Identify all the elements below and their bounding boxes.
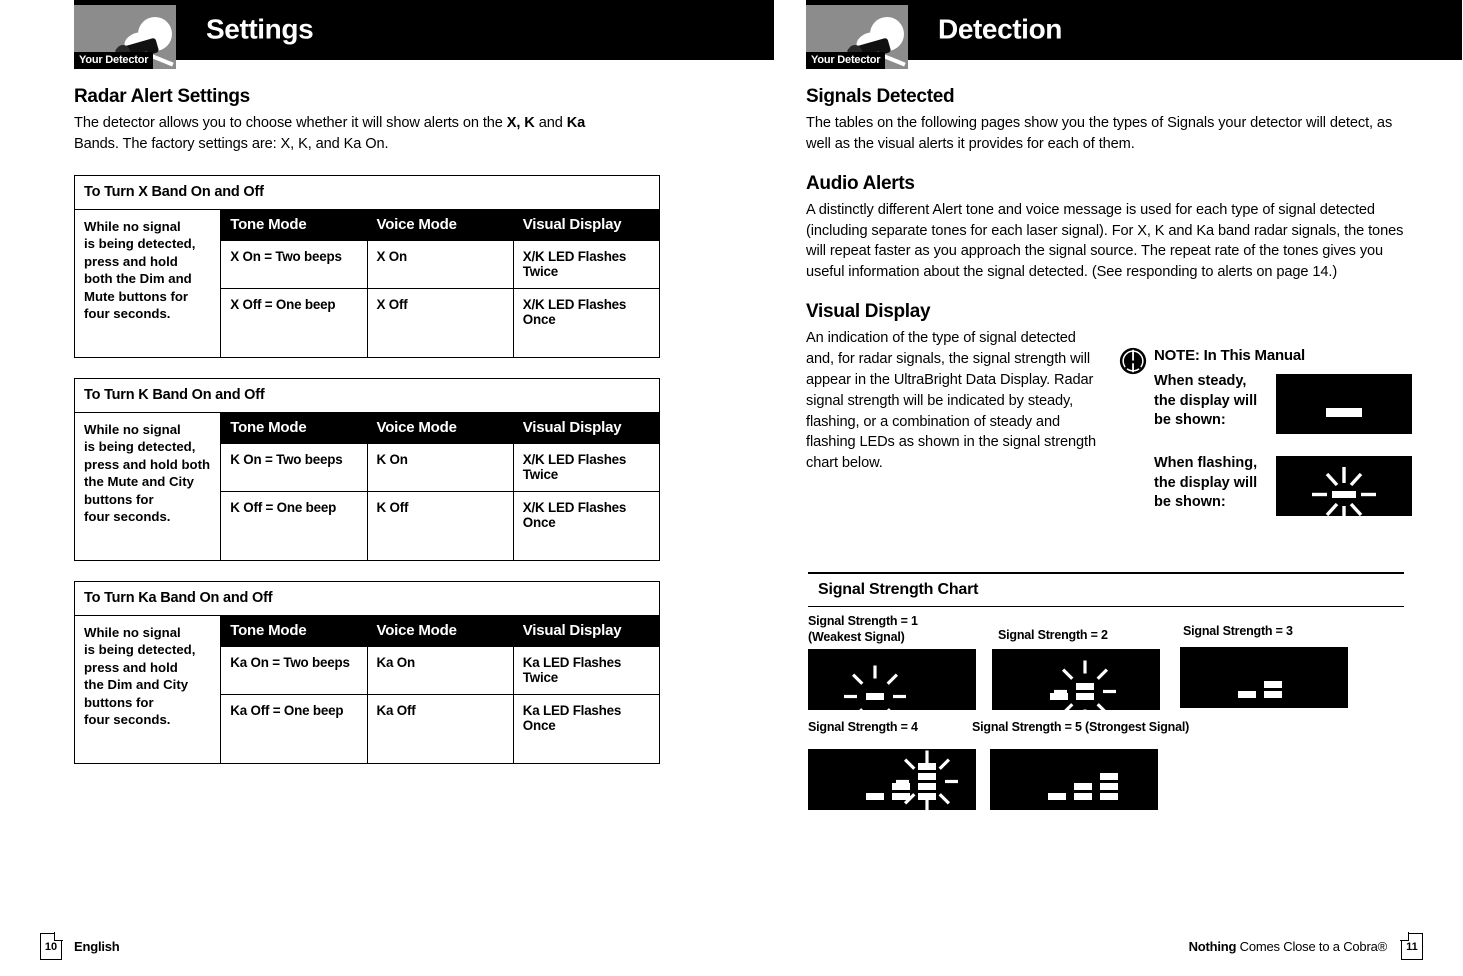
band-table-cell: K On [366,442,514,492]
signals-detected-heading: Signals Detected [806,86,955,107]
band-table-cell: X/K LED Flashes Once [512,287,661,358]
lcd-display [1238,681,1282,699]
band-table-cell: K On = Two beeps [220,442,368,492]
left-page-content: Radar Alert Settings The detector allows… [73,86,664,764]
signal-strength-lcd [992,649,1160,711]
band-table-cell: Ka LED Flashes Twice [512,645,661,695]
band-table-header: Voice Mode [366,614,514,647]
band-table-cell: Ka Off [366,693,514,764]
signal-strength-lcd [808,649,976,711]
page-footers: 10 English Nothing Comes Close to a Cobr… [0,916,1463,976]
page-number-icon-left: 10 [40,932,63,960]
band-table-instruction: While no signal is being detected, press a… [73,411,222,561]
note-title: NOTE: In This Manual [1154,347,1306,364]
audio-alerts-heading: Audio Alerts [806,172,915,194]
left-page-header: Settings [74,0,774,60]
note-steady-label: When steady, the display will be shown: [1154,373,1258,429]
band-table-cell: Ka Off = One beep [220,693,368,764]
tagline-rest: Comes Close to a Cobra® [1236,939,1388,954]
signal-strength-label: Signal Strength = 2 [998,628,1108,643]
lcd-flashing-example [1276,456,1412,516]
band-table-instruction: While no signal is being detected, press a… [73,614,222,764]
signals-detected-body: The tables on the following pages show y… [806,115,1393,152]
band-table-caption: To Turn K Band On and Off [74,377,660,413]
left-page-title: Settings [206,13,314,45]
band-table-header: Voice Mode [366,411,514,444]
signal-strength-label: Signal Strength = 1 (Weakest Signal) [808,614,918,645]
lcd-display [1048,773,1118,801]
signal-strength-lcd [990,749,1158,811]
intro-bold-xk: X, K [506,115,535,131]
band-table-cell: X On [366,239,514,289]
band-table-cell: Ka On [366,645,514,695]
signal-strength-chart-title: Signal Strength Chart [818,580,979,598]
band-table-cell: X Off = One beep [220,287,368,358]
footer-left: 10 English [40,932,120,960]
band-table-header: Tone Mode [220,614,368,647]
signal-strength-label: Signal Strength = 5 (Strongest Signal) [972,720,1190,735]
band-table-header: Tone Mode [220,208,368,241]
signal-strength-label: Signal Strength = 3 [1183,624,1293,639]
page-number-left: 10 [44,940,58,953]
manual-spread: Settings Your Detector Detection Your De… [0,0,1463,976]
band-tables-group: To Turn X Band On and Off While no signal… [73,174,664,764]
note-steady-row: When steady, the display will be shown: [1154,372,1272,431]
note-info-icon [1119,347,1147,375]
band-table-cell: X/K LED Flashes Twice [512,239,661,289]
led-steady-dash [1326,408,1362,417]
note-flashing-row: When flashing, the display will be shown… [1154,454,1272,513]
footer-right: Nothing Comes Close to a Cobra® 11 [1188,932,1423,960]
right-page-title: Detection [938,13,1062,45]
band-table: To Turn X Band On and Off While no signal… [73,174,661,358]
band-table-header: Visual Display [512,411,661,444]
detector-badge-left: Your Detector [74,5,176,69]
band-table-header: Visual Display [512,208,661,241]
lcd-display [866,750,958,811]
band-table-cell: X/K LED Flashes Twice [512,442,661,492]
band-table-cell: X On = Two beeps [220,239,368,289]
intro-part-3: Bands. The factory settings are: X, K, a… [74,135,389,152]
signal-strength-label: Signal Strength = 4 [808,720,918,735]
band-table: To Turn Ka Band On and Off While no signa… [73,580,661,764]
signal-strength-lcd [1180,647,1348,709]
page-number-icon-right: 11 [1400,932,1423,960]
visual-display-body: An indication of the type of signal dete… [806,330,1096,472]
band-table: To Turn K Band On and Off While no signal… [73,377,661,561]
band-table-header: Tone Mode [220,411,368,444]
band-table-caption: To Turn Ka Band On and Off [74,580,660,616]
footer-language-label: English [74,939,120,954]
badge-caption-left: Your Detector [74,52,154,69]
intro-part-1: The detector allows you to choose whethe… [74,115,507,131]
radar-alert-settings-heading: Radar Alert Settings [74,86,250,107]
badge-caption-right: Your Detector [806,52,886,69]
signal-strength-lcd [808,749,976,811]
signal-strength-items: Signal Strength = 1 (Weakest Signal) Sign… [808,607,1404,847]
intro-part-2: and [534,115,567,131]
band-table-cell: K Off = One beep [220,490,368,561]
lcd-steady-example [1276,374,1412,434]
detector-badge-right: Your Detector [806,5,908,69]
led-flashing-burst [1312,467,1376,516]
band-table-cell: X Off [366,287,514,358]
band-table-cell: K Off [366,490,514,561]
footer-tagline: Nothing Comes Close to a Cobra® [1188,939,1388,954]
page-number-right: 11 [1406,940,1418,953]
visual-display-heading: Visual Display [806,301,931,323]
band-table-cell: Ka LED Flashes Once [512,693,661,764]
lcd-display [844,665,906,711]
audio-alerts-body: A distinctly different Alert tone and vo… [806,201,1404,281]
tagline-bold: Nothing [1188,939,1237,954]
radar-alert-settings-intro: The detector allows you to choose whethe… [74,113,664,155]
band-table-cell: X/K LED Flashes Once [512,490,661,561]
intro-bold-ka: Ka [566,115,586,131]
band-table-caption: To Turn X Band On and Off [74,174,660,210]
lcd-display [1050,660,1116,711]
note-flashing-label: When flashing, the display will be shown… [1154,455,1258,511]
signal-strength-chart: Signal Strength Chart Signal Strength = … [808,572,1404,847]
band-table-cell: Ka On = Two beeps [220,645,368,695]
band-table-header: Voice Mode [366,208,514,241]
band-table-instruction: While no signal is being detected, press a… [73,208,222,358]
band-table-header: Visual Display [512,614,661,647]
